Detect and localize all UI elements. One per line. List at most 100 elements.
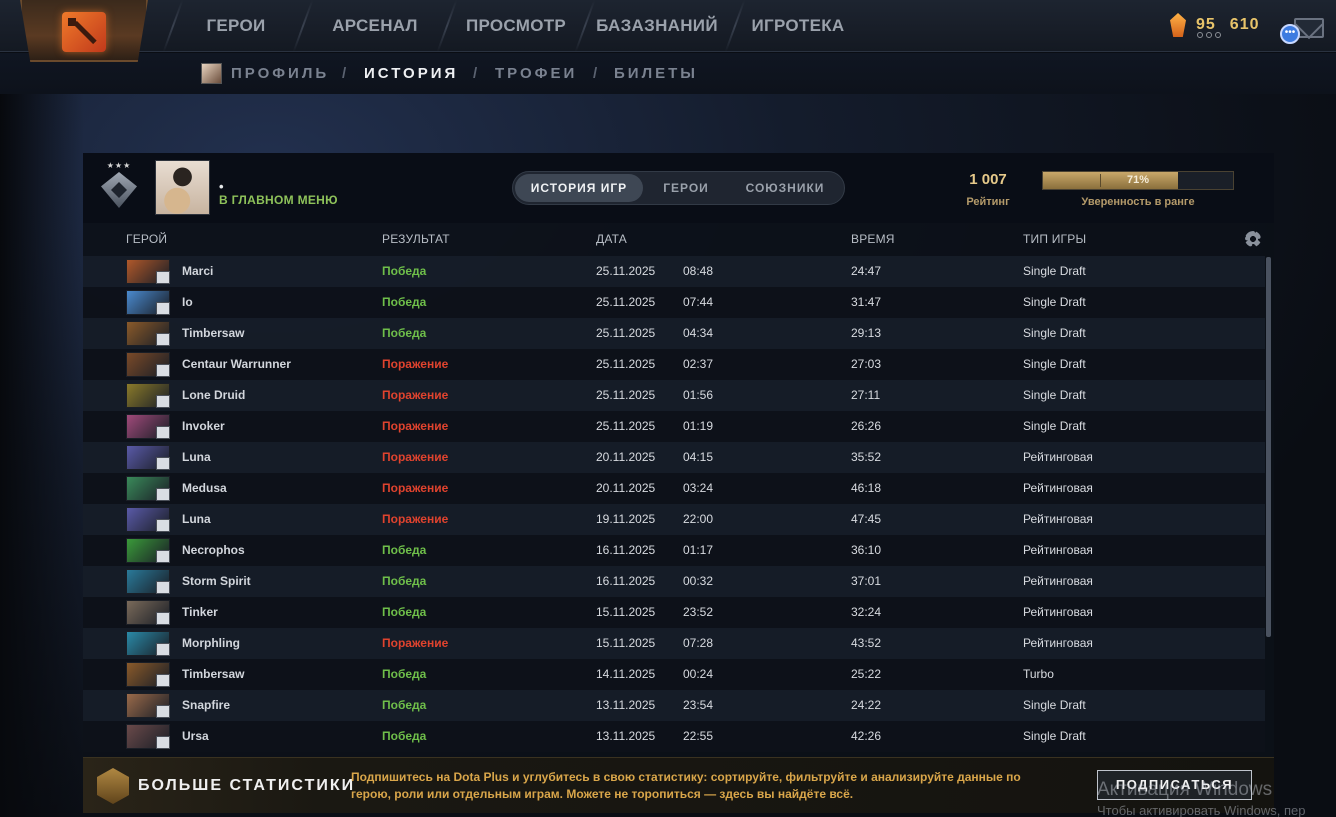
avatar bbox=[201, 63, 222, 84]
nav-arsenal[interactable]: АРСЕНАЛ bbox=[320, 0, 430, 52]
hero-name: Snapfire bbox=[182, 698, 231, 712]
table-row[interactable]: Timbersaw Победа 14.11.2025 00:24 25:22 Turbo bbox=[83, 659, 1265, 690]
game-mode: Рейтинговая bbox=[1023, 636, 1093, 650]
match-result: Поражение bbox=[382, 419, 449, 433]
nav-separator bbox=[436, 0, 458, 52]
game-mode: Рейтинговая bbox=[1023, 605, 1093, 619]
match-duration: 43:52 bbox=[851, 636, 882, 650]
role-badge-icon bbox=[156, 302, 170, 315]
breadcrumb-separator: / bbox=[473, 65, 478, 82]
rating-label: Рейтинг bbox=[966, 196, 1010, 208]
game-mode: Single Draft bbox=[1023, 698, 1086, 712]
player-name: • bbox=[219, 179, 224, 194]
table-row[interactable]: Tinker Победа 15.11.2025 23:52 32:24 Рейтинго… bbox=[83, 597, 1265, 628]
nav-heroes[interactable]: ГЕРОИ bbox=[190, 0, 282, 52]
match-date: 19.11.2025 bbox=[596, 512, 656, 526]
match-time: 22:55 bbox=[683, 729, 714, 743]
hero-name: Invoker bbox=[182, 419, 225, 433]
rating-value: 1 007 bbox=[969, 171, 1007, 188]
promo-text: Подпишитесь на Dota Plus и углубитесь в … bbox=[351, 770, 1021, 801]
game-mode: Single Draft bbox=[1023, 419, 1086, 433]
hero-name: Luna bbox=[182, 512, 211, 526]
role-badge-icon bbox=[156, 395, 170, 408]
gear-icon[interactable] bbox=[1245, 231, 1261, 247]
tab-match-history[interactable]: ИСТОРИЯ ИГР bbox=[515, 174, 643, 202]
tab-trophies[interactable]: ТРОФЕИ bbox=[495, 53, 577, 94]
game-mode: Рейтинговая bbox=[1023, 512, 1093, 526]
match-date: 13.11.2025 bbox=[596, 729, 656, 743]
table-row[interactable]: Centaur Warrunner Поражение 25.11.2025 02:3… bbox=[83, 349, 1265, 380]
match-time: 01:17 bbox=[683, 543, 714, 557]
column-header-duration[interactable]: ВРЕМЯ bbox=[851, 232, 895, 246]
hero-name: Timbersaw bbox=[182, 667, 245, 681]
game-mode: Рейтинговая bbox=[1023, 450, 1093, 464]
nav-knowledge-base[interactable]: БАЗАЗНАНИЙ bbox=[594, 0, 720, 52]
table-row[interactable]: Timbersaw Победа 25.11.2025 04:34 29:13 Singl… bbox=[83, 318, 1265, 349]
match-result: Победа bbox=[382, 698, 427, 712]
nav-separator bbox=[724, 0, 746, 52]
match-result: Победа bbox=[382, 729, 427, 743]
column-header-date[interactable]: ДАТА bbox=[596, 232, 627, 246]
dota-logo-button[interactable] bbox=[20, 0, 148, 62]
chat-icon[interactable]: ••• bbox=[1280, 24, 1300, 44]
nav-separator bbox=[574, 0, 596, 52]
match-date: 25.11.2025 bbox=[596, 357, 656, 371]
role-badge-icon bbox=[156, 736, 170, 749]
table-row[interactable]: Necrophos Победа 16.11.2025 01:17 36:10 Рейти… bbox=[83, 535, 1265, 566]
table-row[interactable]: Ursa Победа 13.11.2025 22:55 42:26 Single Dra… bbox=[83, 721, 1265, 752]
table-row[interactable]: Luna Поражение 20.11.2025 04:15 35:52 Рейтинг… bbox=[83, 442, 1265, 473]
avatar[interactable] bbox=[155, 160, 210, 215]
nav-separator bbox=[162, 0, 184, 52]
role-badge-icon bbox=[156, 426, 170, 439]
match-duration: 24:22 bbox=[851, 698, 882, 712]
tab-history[interactable]: ИСТОРИЯ bbox=[364, 53, 458, 94]
tab-profile[interactable]: ПРОФИЛЬ bbox=[231, 53, 329, 94]
match-date: 13.11.2025 bbox=[596, 698, 656, 712]
game-mode: Single Draft bbox=[1023, 729, 1086, 743]
hero-name: Lone Druid bbox=[182, 388, 246, 402]
column-header-result[interactable]: РЕЗУЛЬТАТ bbox=[382, 232, 450, 246]
dota-logo-icon bbox=[62, 12, 106, 52]
table-row[interactable]: Storm Spirit Победа 16.11.2025 00:32 37:01 Ре… bbox=[83, 566, 1265, 597]
tab-tickets[interactable]: БИЛЕТЫ bbox=[614, 53, 698, 94]
match-date: 25.11.2025 bbox=[596, 326, 656, 340]
table-row[interactable]: Luna Поражение 19.11.2025 22:00 47:45 Рейтинг… bbox=[83, 504, 1265, 535]
table-row[interactable]: Medusa Поражение 20.11.2025 03:24 46:18 Рейти… bbox=[83, 473, 1265, 504]
match-duration: 47:45 bbox=[851, 512, 882, 526]
match-date: 25.11.2025 bbox=[596, 388, 656, 402]
match-time: 01:19 bbox=[683, 419, 714, 433]
table-row[interactable]: Marci Победа 25.11.2025 08:48 24:47 Single Dr… bbox=[83, 256, 1265, 287]
match-time: 22:00 bbox=[683, 512, 714, 526]
role-badge-icon bbox=[156, 457, 170, 470]
table-row[interactable]: Invoker Поражение 25.11.2025 01:19 26:26 Sing… bbox=[83, 411, 1265, 442]
hero-name: Io bbox=[182, 295, 193, 309]
match-time: 07:28 bbox=[683, 636, 714, 650]
game-mode: Single Draft bbox=[1023, 388, 1086, 402]
history-tabs: ИСТОРИЯ ИГР ГЕРОИ СОЮЗНИКИ bbox=[512, 171, 845, 205]
tab-heroes[interactable]: ГЕРОИ bbox=[649, 174, 723, 202]
game-mode: Single Draft bbox=[1023, 326, 1086, 340]
role-badge-icon bbox=[156, 550, 170, 563]
column-header-hero[interactable]: ГЕРОЙ bbox=[126, 232, 167, 246]
column-header-game-type[interactable]: ТИП ИГРЫ bbox=[1023, 232, 1086, 246]
hero-name: Marci bbox=[182, 264, 214, 278]
breadcrumb-separator: / bbox=[342, 65, 347, 82]
tab-allies[interactable]: СОЮЗНИКИ bbox=[729, 174, 841, 202]
match-time: 01:56 bbox=[683, 388, 714, 402]
table-row[interactable]: Io Победа 25.11.2025 07:44 31:47 Single Draft bbox=[83, 287, 1265, 318]
table-row[interactable]: Lone Druid Поражение 25.11.2025 01:56 27:11 S… bbox=[83, 380, 1265, 411]
table-row[interactable]: Snapfire Победа 13.11.2025 23:54 24:22 Single… bbox=[83, 690, 1265, 721]
nav-arcade[interactable]: ИГРОТЕКА bbox=[748, 0, 848, 52]
match-date: 20.11.2025 bbox=[596, 450, 656, 464]
scrollbar[interactable] bbox=[1266, 257, 1271, 637]
hero-name: Medusa bbox=[182, 481, 227, 495]
breadcrumb-separator: / bbox=[593, 65, 598, 82]
match-time: 23:54 bbox=[683, 698, 714, 712]
match-time: 03:24 bbox=[683, 481, 714, 495]
role-badge-icon bbox=[156, 333, 170, 346]
rank-medal-icon[interactable]: ★★★ bbox=[99, 161, 139, 211]
nav-watch[interactable]: ПРОСМОТР bbox=[460, 0, 572, 52]
table-row[interactable]: Morphling Поражение 15.11.2025 07:28 43:52 Ре… bbox=[83, 628, 1265, 659]
currency-dots bbox=[1197, 32, 1221, 38]
rank-confidence-label: Уверенность в ранге bbox=[1081, 196, 1195, 208]
